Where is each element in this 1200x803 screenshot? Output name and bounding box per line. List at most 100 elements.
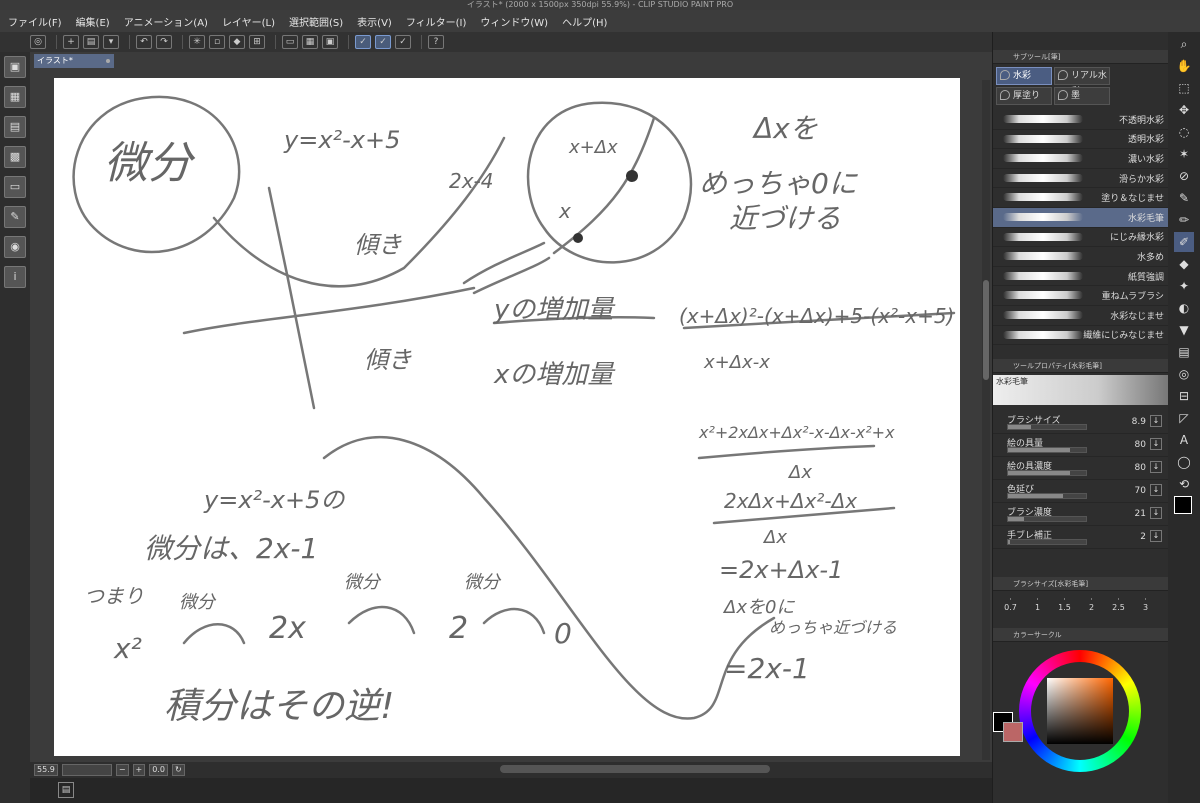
- history-icon[interactable]: ▤: [4, 116, 26, 138]
- snap-ruler-icon[interactable]: ▭: [282, 35, 298, 49]
- pressure-icon[interactable]: ↓: [1150, 415, 1162, 428]
- brush-item[interactable]: 水彩毛筆: [993, 207, 1168, 228]
- menu-animation[interactable]: アニメーション(A): [124, 14, 208, 29]
- info-icon[interactable]: i: [4, 266, 26, 288]
- saturation-box[interactable]: [1047, 678, 1113, 745]
- menu-layer[interactable]: レイヤー(L): [222, 14, 275, 29]
- menu-help[interactable]: ヘルプ(H): [562, 14, 607, 29]
- snap-grid-icon[interactable]: ▦: [302, 35, 318, 49]
- decoration-icon[interactable]: ✦: [1174, 276, 1194, 296]
- horizontal-scrollbar[interactable]: [500, 765, 770, 773]
- property-slider[interactable]: [1007, 516, 1087, 523]
- tab-thick-paint[interactable]: 厚塗り: [996, 87, 1052, 105]
- pressure-icon[interactable]: ↓: [1150, 461, 1162, 474]
- magnify-icon[interactable]: ⌕: [1174, 34, 1194, 54]
- property-slider[interactable]: [1007, 447, 1087, 454]
- brush-item[interactable]: 滑らか水彩: [993, 169, 1168, 189]
- property-value[interactable]: 80: [1135, 463, 1146, 473]
- canvas-tab[interactable]: イラスト*: [34, 54, 114, 68]
- property-value[interactable]: 70: [1135, 486, 1146, 496]
- zoom-value[interactable]: 55.9: [34, 764, 58, 776]
- clear-icon[interactable]: ▫: [209, 35, 225, 49]
- size-preset[interactable]: · 0.7: [997, 595, 1024, 612]
- brush-item[interactable]: 塗り＆なじませ: [993, 188, 1168, 208]
- help-icon[interactable]: ?: [428, 35, 444, 49]
- operation-icon[interactable]: ⬚: [1174, 78, 1194, 98]
- lasso-icon[interactable]: ◌: [1174, 122, 1194, 142]
- brush-item[interactable]: 重ねムラブラシ: [993, 286, 1168, 306]
- brush-item[interactable]: にじみ縁水彩: [993, 228, 1168, 248]
- zoom-slider[interactable]: [61, 764, 112, 776]
- brush-item[interactable]: 不透明水彩: [993, 110, 1168, 130]
- hand-icon[interactable]: ✋: [1174, 56, 1194, 76]
- tab-ink[interactable]: 墨: [1054, 87, 1110, 105]
- brush-item[interactable]: 繊維にじみなじませ: [993, 326, 1168, 346]
- pen-mode2-icon[interactable]: ✓: [375, 35, 391, 49]
- zoom-out-icon[interactable]: −: [115, 764, 129, 776]
- ruler-icon[interactable]: ◸: [1174, 408, 1194, 428]
- pressure-icon[interactable]: ↓: [1150, 484, 1162, 497]
- color-swatch-icon[interactable]: [1174, 496, 1192, 514]
- tab-real-watercolor[interactable]: リアル水彩: [1054, 67, 1110, 97]
- size-preset[interactable]: · 3: [1132, 595, 1159, 612]
- pressure-icon[interactable]: ↓: [1150, 530, 1162, 543]
- size-preset[interactable]: · 1.5: [1051, 595, 1078, 612]
- correction-icon[interactable]: ⟲: [1174, 474, 1194, 494]
- property-value[interactable]: 8.9: [1132, 417, 1146, 427]
- menu-edit[interactable]: 編集(E): [76, 14, 110, 29]
- menu-selection[interactable]: 選択範囲(S): [289, 14, 343, 29]
- layer-icon[interactable]: ▣: [4, 56, 26, 78]
- sub-color-swatch[interactable]: [1003, 722, 1023, 743]
- edit-icon[interactable]: ✎: [4, 206, 26, 228]
- size-preset[interactable]: · 2: [1078, 595, 1105, 612]
- open-file-icon[interactable]: ▤: [83, 35, 99, 49]
- home-icon[interactable]: ◎: [30, 35, 46, 49]
- property-slider[interactable]: [1007, 424, 1087, 431]
- redo-icon[interactable]: ↷: [156, 35, 172, 49]
- new-file-icon[interactable]: +: [63, 35, 79, 49]
- vertical-scroll-thumb[interactable]: [983, 280, 989, 380]
- balloon-icon[interactable]: ◯: [1174, 452, 1194, 472]
- material-icon[interactable]: ▩: [4, 146, 26, 168]
- menu-file[interactable]: ファイル(F): [8, 14, 62, 29]
- brush-item[interactable]: 紙質強調: [993, 267, 1168, 287]
- property-slider[interactable]: [1007, 493, 1087, 500]
- zoom-in-icon[interactable]: +: [132, 764, 146, 776]
- fill-tool-icon[interactable]: ▼: [1174, 320, 1194, 340]
- size-preset[interactable]: · 2.5: [1105, 595, 1132, 612]
- pencil-icon[interactable]: ✏: [1174, 210, 1194, 230]
- size-preset[interactable]: · 1: [1024, 595, 1051, 612]
- brush-tool-icon[interactable]: ✐: [1174, 232, 1194, 252]
- camera-icon[interactable]: ◉: [4, 236, 26, 258]
- pen-mode3-icon[interactable]: ✓: [395, 35, 411, 49]
- brush-item[interactable]: 水多め: [993, 247, 1168, 267]
- eraser-icon[interactable]: ◆: [1174, 254, 1194, 274]
- pen-mode-icon[interactable]: ✓: [355, 35, 371, 49]
- fill-icon[interactable]: ◆: [229, 35, 245, 49]
- drawing-canvas[interactable]: 微分 y=x²-x+5 2x-4 x+Δx x Δxを めっちゃ0に 近づける …: [54, 78, 960, 756]
- gradient-icon[interactable]: ▤: [1174, 342, 1194, 362]
- brush-item[interactable]: 水彩なじませ: [993, 306, 1168, 326]
- tab-watercolor[interactable]: 水彩: [996, 67, 1052, 85]
- blend-icon[interactable]: ◐: [1174, 298, 1194, 318]
- vertical-scrollbar[interactable]: [982, 80, 990, 760]
- text-icon[interactable]: A: [1174, 430, 1194, 450]
- folder-icon[interactable]: ▭: [4, 176, 26, 198]
- panel-toggle-icon[interactable]: ▤: [58, 782, 74, 798]
- undo-icon[interactable]: ↶: [136, 35, 152, 49]
- menu-window[interactable]: ウィンドウ(W): [480, 14, 548, 29]
- navigator-icon[interactable]: ▦: [4, 86, 26, 108]
- pen-icon[interactable]: ✎: [1174, 188, 1194, 208]
- menu-view[interactable]: 表示(V): [357, 14, 392, 29]
- property-value[interactable]: 2: [1140, 532, 1146, 542]
- property-value[interactable]: 80: [1135, 440, 1146, 450]
- brush-item[interactable]: 濃い水彩: [993, 149, 1168, 169]
- property-slider[interactable]: [1007, 470, 1087, 477]
- save-icon[interactable]: ▾: [103, 35, 119, 49]
- menu-filter[interactable]: フィルター(I): [406, 14, 467, 29]
- snap-special-icon[interactable]: ▣: [322, 35, 338, 49]
- property-value[interactable]: 21: [1135, 509, 1146, 519]
- brush-item[interactable]: 透明水彩: [993, 130, 1168, 150]
- move-icon[interactable]: ✥: [1174, 100, 1194, 120]
- property-slider[interactable]: [1007, 539, 1087, 546]
